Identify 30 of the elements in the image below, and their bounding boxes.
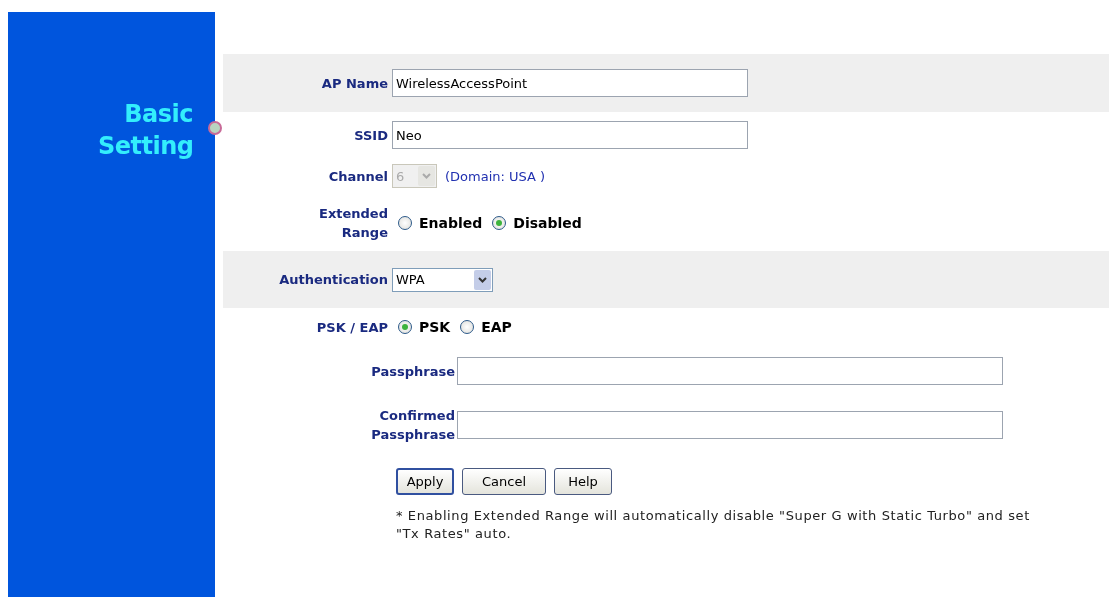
field-label: Authentication <box>278 271 389 289</box>
radio-button[interactable] <box>398 320 412 334</box>
text-field[interactable]: Neo <box>392 121 748 149</box>
footnote: * Enabling Extended Range will automatically disable "Super G with Static Turbo" and set "Tx Rates" auto. <box>396 507 1031 543</box>
dropdown[interactable]: WPA <box>392 267 493 292</box>
radio-button[interactable] <box>492 215 507 230</box>
field-label: Extended Range <box>318 204 389 242</box>
field-label: Confirmed Passphrase <box>370 407 456 444</box>
domain-note: (Domain: USA ) <box>445 168 546 184</box>
form-button[interactable]: Cancel <box>462 468 546 495</box>
bullet-icon <box>208 121 222 135</box>
caret-icon <box>418 166 435 186</box>
field-label: AP Name <box>320 74 389 93</box>
page-title: Basic Setting <box>98 99 193 162</box>
radio-label: PSK <box>419 319 451 335</box>
radio-button[interactable] <box>398 215 412 230</box>
radio-label: EAP <box>481 319 512 335</box>
caret-icon <box>474 269 491 290</box>
field-label: Channel <box>327 167 389 186</box>
field-label: SSID <box>353 126 389 145</box>
text-field[interactable]: WirelessAccessPoint <box>392 69 748 97</box>
radio-button[interactable] <box>460 320 475 334</box>
field-label: Passphrase <box>370 362 456 381</box>
radio-label: Enabled <box>419 214 483 231</box>
field-label: PSK / EAP <box>315 318 389 337</box>
password-field[interactable] <box>457 411 1003 439</box>
form-button[interactable]: Apply <box>396 468 454 495</box>
password-field[interactable] <box>457 357 1003 385</box>
radio-label: Disabled <box>513 214 582 231</box>
form-button[interactable]: Help <box>554 468 612 495</box>
